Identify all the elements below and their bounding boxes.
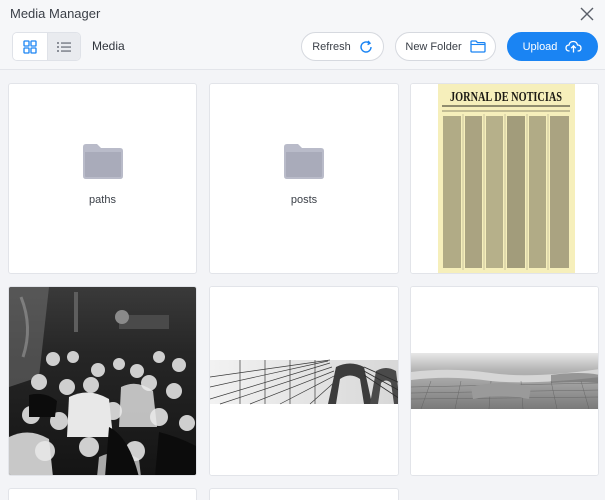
folder-card-posts[interactable]: posts: [209, 83, 399, 274]
folder-icon: [284, 144, 324, 179]
grid-view-button[interactable]: [13, 33, 47, 60]
folder-icon: [82, 144, 123, 179]
city-thumbnail: [411, 287, 598, 475]
crowd-thumbnail: [9, 287, 196, 475]
media-card-partial-2[interactable]: [209, 488, 399, 500]
list-view-icon: [56, 41, 71, 52]
refresh-label: Refresh: [312, 40, 351, 53]
upload-button[interactable]: Upload: [507, 32, 598, 61]
image-card-crowd[interactable]: [8, 286, 197, 476]
media-card-partial-1[interactable]: [8, 488, 197, 500]
new-folder-label: New Folder: [405, 40, 462, 53]
list-view-button[interactable]: [46, 33, 80, 60]
newspaper-thumbnail: JORNAL DE NOTICIAS: [411, 84, 598, 273]
header: Media Manager Media Refresh New Folder U…: [0, 0, 605, 70]
grid-view-icon: [23, 39, 37, 54]
folder-name: paths: [89, 194, 116, 206]
folder-icon: [469, 40, 486, 53]
window-title: Media Manager: [10, 6, 101, 21]
refresh-button[interactable]: Refresh: [301, 32, 384, 61]
refresh-icon: [360, 40, 372, 53]
image-card-bridge[interactable]: [209, 286, 399, 476]
upload-label: Upload: [522, 40, 558, 53]
new-folder-button[interactable]: New Folder: [395, 32, 496, 61]
view-toggle: [12, 32, 81, 61]
folder-name: posts: [290, 194, 318, 206]
bridge-thumbnail: [210, 287, 398, 475]
close-icon[interactable]: [577, 4, 597, 24]
folder-card-paths[interactable]: paths: [8, 83, 197, 274]
breadcrumb[interactable]: Media: [92, 39, 125, 53]
cloud-upload-icon: [565, 40, 583, 53]
image-card-city[interactable]: [410, 286, 599, 476]
image-card-newspaper[interactable]: JORNAL DE NOTICIAS: [410, 83, 599, 274]
newspaper-masthead: JORNAL DE NOTICIAS: [450, 89, 562, 104]
